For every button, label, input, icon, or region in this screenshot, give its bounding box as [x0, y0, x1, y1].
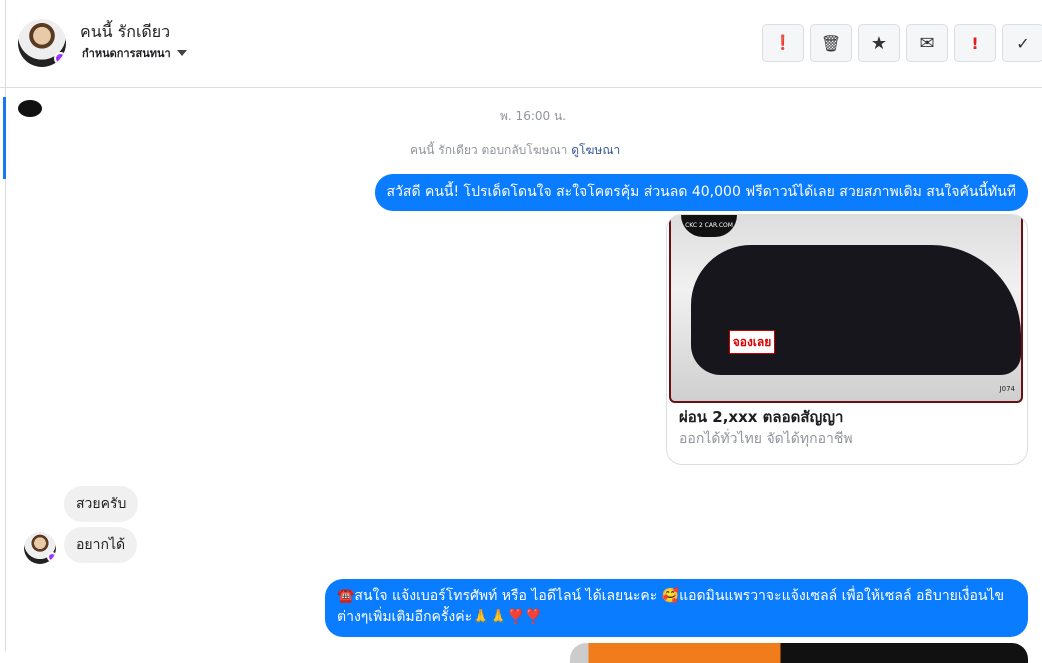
message-outgoing: ☎️สนใจ แจ้งเบอร์โทรศัพท์ หรือ ไอดีไลน์ ไ…: [325, 579, 1028, 637]
manage-label: กำหนดการสนทนา: [82, 47, 171, 60]
view-ad-link[interactable]: ดูโฆษณา: [571, 143, 620, 157]
conversation-header: คนนี้ รักเดียว กำหนดการสนทนา ❗ 🗑 ★ ✉ ! ✓: [0, 0, 1042, 88]
check-icon: ✓: [1016, 33, 1030, 53]
ad-reply-text: คนนี้ รักเดียว ตอบกลับโฆษณา: [410, 143, 568, 157]
ad-card[interactable]: จองเลย CKC 2 CAR.COM J074 ผ่อน 2,xxx ตลอ…: [666, 214, 1028, 465]
attachment-image[interactable]: [570, 643, 1028, 663]
spam-button[interactable]: !: [954, 24, 996, 62]
car-shape: [691, 245, 1021, 375]
card-title: ผ่อน 2,xxx ตลอดสัญญา: [679, 408, 844, 426]
message-outgoing: สวัสดี คนนี้! โปรเด็ดโดนใจ สะใจโคตรคุ้ม …: [374, 174, 1028, 211]
ad-reply-note: คนนี้ รักเดียว ตอบกลับโฆษณา ดูโฆษณา: [410, 141, 620, 160]
alert-button[interactable]: ❗: [762, 24, 804, 62]
delete-button[interactable]: 🗑: [810, 24, 852, 62]
message-incoming: สวยครับ: [64, 486, 139, 522]
spam-icon: !: [971, 33, 979, 53]
timestamp: พ. 16:00 น.: [500, 109, 566, 123]
message-incoming: อยากได้: [64, 527, 138, 563]
envelope-icon: ✉: [919, 32, 935, 54]
trash-icon: 🗑: [820, 33, 842, 53]
card-subtitle: ออกได้ทั่วไทย จัดได้ทุกอาชีพ: [679, 431, 853, 447]
image-code: J074: [999, 385, 1015, 393]
contact-name: คนนี้ รักเดียว: [80, 22, 171, 41]
caret-down-icon: [176, 50, 187, 56]
done-button[interactable]: ✓: [1002, 24, 1042, 62]
messenger-badge-icon: [54, 52, 66, 65]
star-icon: ★: [870, 32, 888, 54]
contact-avatar-small: [24, 532, 56, 564]
image-logo: CKC 2 CAR.COM: [681, 215, 737, 237]
alert-icon: ❗: [774, 35, 792, 51]
mark-unread-button[interactable]: ✉: [906, 24, 948, 62]
messenger-badge-icon: [47, 552, 56, 562]
manage-conversation-dropdown[interactable]: กำหนดการสนทนา: [82, 44, 187, 62]
car-image: จองเลย CKC 2 CAR.COM J074: [669, 215, 1023, 403]
image-tag: จองเลย: [729, 330, 775, 354]
active-indicator: [3, 97, 6, 179]
star-button[interactable]: ★: [858, 24, 900, 62]
contact-avatar[interactable]: [18, 19, 66, 67]
